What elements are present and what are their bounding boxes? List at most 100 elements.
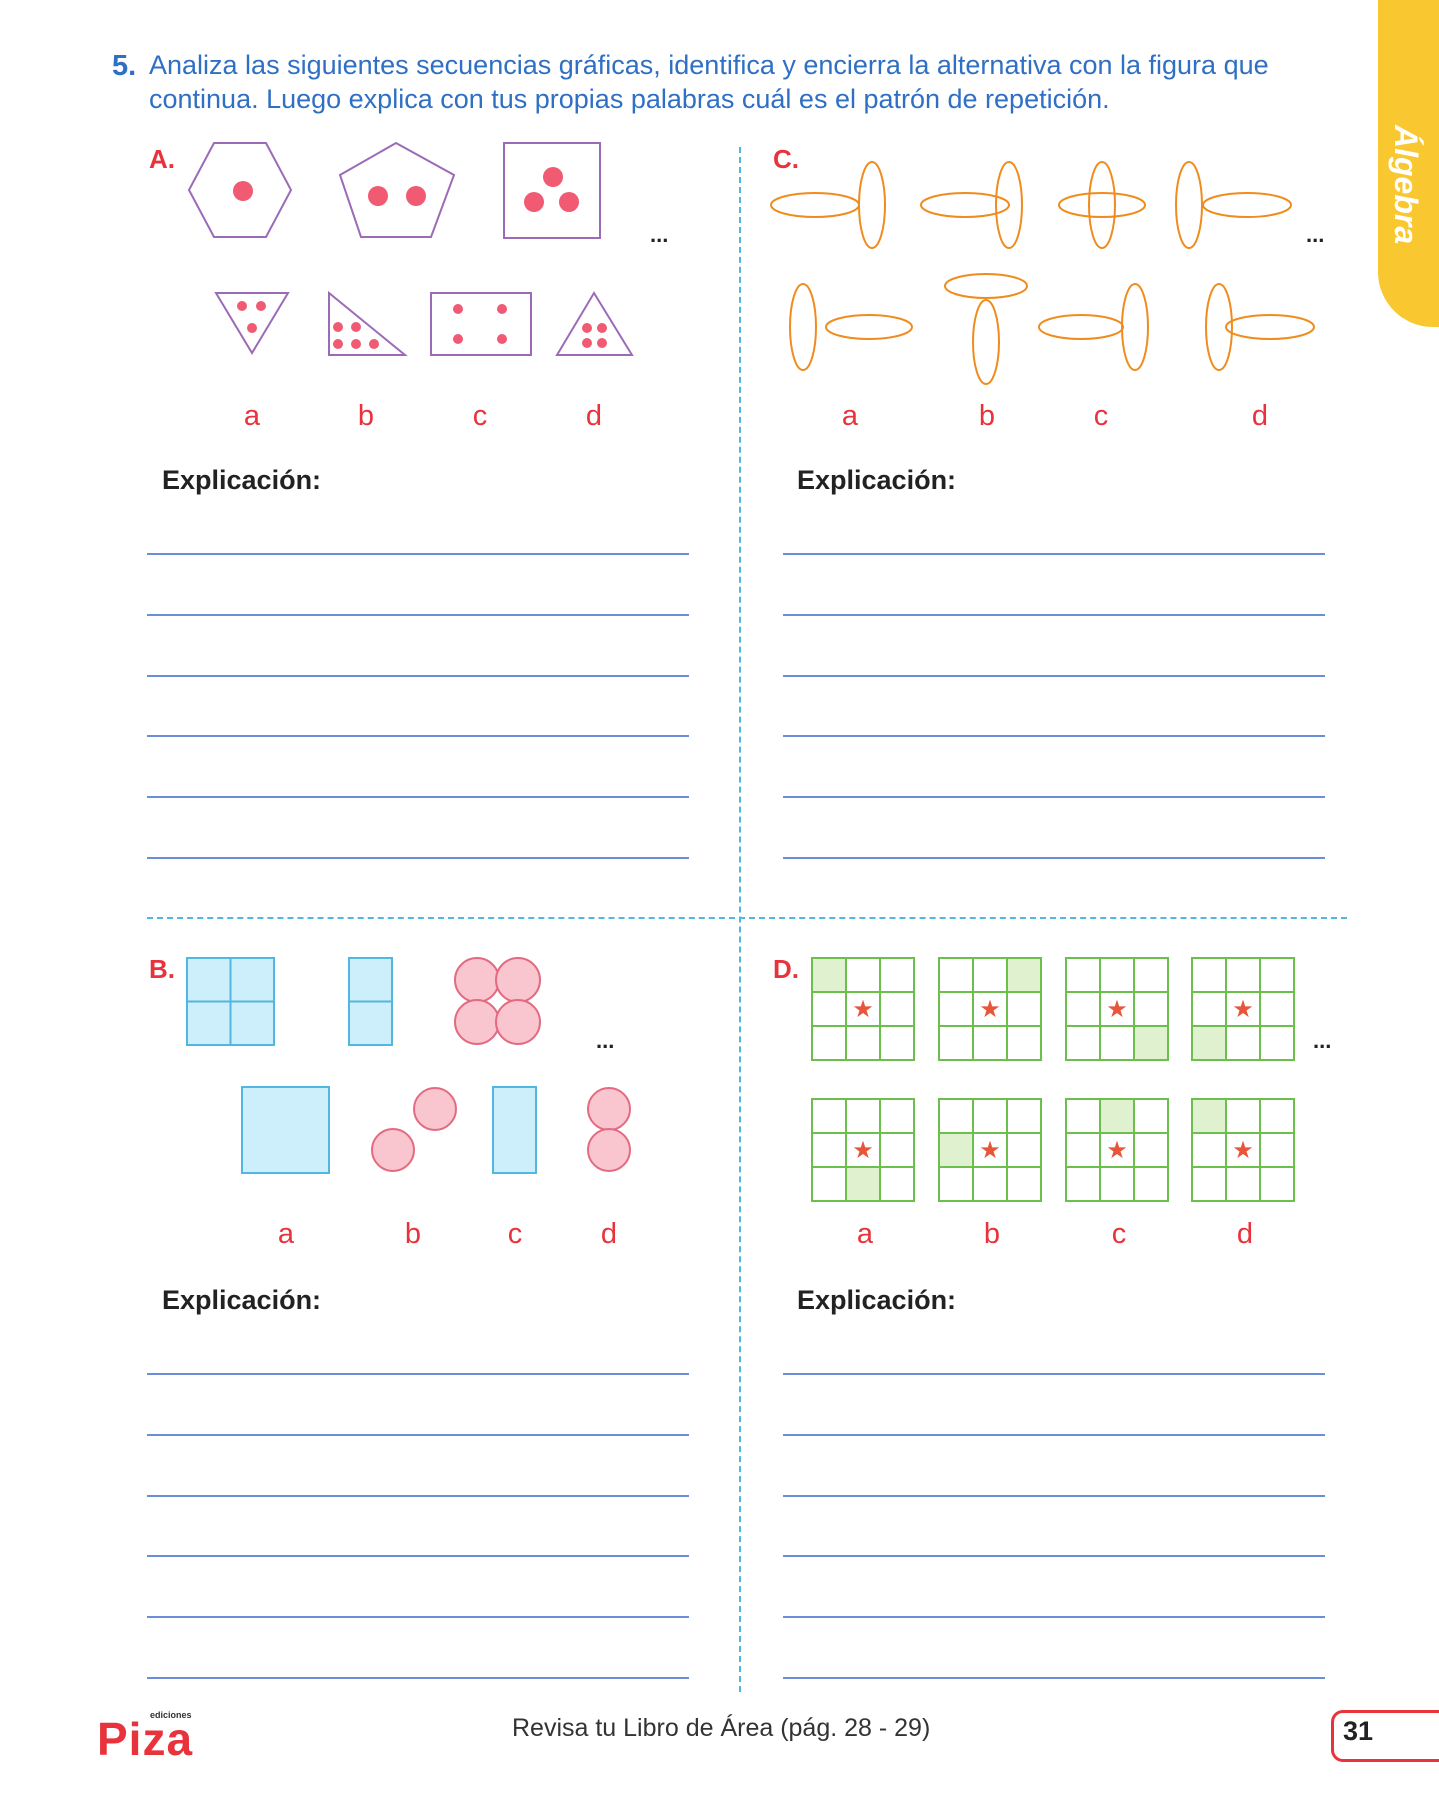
option-a-grid[interactable]: ★ <box>811 1098 915 1202</box>
option-d-label[interactable]: d <box>574 400 614 433</box>
star-icon: ★ <box>1232 1136 1254 1164</box>
option-b-circles[interactable] <box>371 1087 457 1172</box>
answer-line[interactable] <box>147 1495 689 1497</box>
publisher-logo: Piza <box>97 1713 194 1765</box>
sequence-c-ellipsis: ... <box>1306 222 1325 247</box>
answer-line[interactable] <box>147 1677 689 1679</box>
answer-line[interactable] <box>147 553 689 555</box>
horizontal-divider <box>147 917 1347 919</box>
shaded-cell <box>846 1167 880 1201</box>
shaded-cell <box>1192 1026 1226 1060</box>
answer-line[interactable] <box>783 553 1325 555</box>
star-icon: ★ <box>1106 1136 1128 1164</box>
answer-line[interactable] <box>147 735 689 737</box>
answer-line[interactable] <box>147 1434 689 1436</box>
option-d-label[interactable]: d <box>1225 1218 1265 1251</box>
option-a-label[interactable]: a <box>232 400 272 433</box>
explanation-label: Explicación: <box>797 465 957 495</box>
section-a-label: A. <box>149 144 175 174</box>
square-three-dots <box>503 142 601 239</box>
explanation-label: Explicación: <box>797 1285 957 1315</box>
ellipse-pair-3 <box>1058 161 1146 249</box>
answer-line[interactable] <box>783 1677 1325 1679</box>
answer-line[interactable] <box>147 614 689 616</box>
section-a-figures <box>187 141 634 356</box>
option-b-label[interactable]: b <box>393 1218 433 1251</box>
option-c-label[interactable]: c <box>1099 1218 1139 1251</box>
answer-line[interactable] <box>783 796 1325 798</box>
four-circles <box>454 957 541 1045</box>
section-d-label: D. <box>773 954 799 984</box>
shaded-cell <box>939 1133 973 1167</box>
option-b-label[interactable]: b <box>346 400 386 433</box>
option-b-right-triangle[interactable] <box>328 290 408 356</box>
option-d-triangle[interactable] <box>555 291 634 356</box>
answer-line[interactable] <box>783 1555 1325 1557</box>
option-a-ellipses[interactable] <box>789 283 913 371</box>
sequence-d-ellipsis: ... <box>1313 1028 1332 1053</box>
answer-line[interactable] <box>783 1616 1325 1618</box>
grid-sequence-1: ★ <box>811 957 915 1061</box>
answer-line[interactable] <box>783 675 1325 677</box>
option-c-grid[interactable]: ★ <box>1065 1098 1169 1202</box>
option-a-square[interactable] <box>241 1086 330 1174</box>
option-c-rectangle[interactable] <box>492 1086 537 1174</box>
answer-line[interactable] <box>147 675 689 677</box>
option-b-ellipses[interactable] <box>944 273 1028 385</box>
explanation-label: Explicación: <box>162 465 322 495</box>
option-d-ellipses[interactable] <box>1205 283 1315 371</box>
shaded-cell <box>812 958 846 992</box>
answer-line[interactable] <box>783 1495 1325 1497</box>
grid-sequence-4: ★ <box>1191 957 1295 1061</box>
option-c-label[interactable]: c <box>495 1218 535 1251</box>
option-c-label[interactable]: c <box>460 400 500 433</box>
answer-line[interactable] <box>783 857 1325 859</box>
two-squares-vertical <box>348 957 393 1046</box>
option-a-label[interactable]: a <box>266 1218 306 1251</box>
section-d-figures: ★ ★ ★ ★ ★ ★ ★ ★ <box>811 957 1295 1202</box>
option-d-label[interactable]: d <box>1240 400 1280 433</box>
option-b-label[interactable]: b <box>967 400 1007 433</box>
option-d-circles[interactable] <box>587 1087 631 1172</box>
answer-line[interactable] <box>783 1434 1325 1436</box>
shaded-cell <box>1134 1026 1168 1060</box>
ellipse-pair-2 <box>920 161 1023 249</box>
pentagon-two-dots <box>338 141 456 238</box>
answer-line[interactable] <box>147 1555 689 1557</box>
sequence-b-ellipsis: ... <box>596 1028 615 1053</box>
answer-line[interactable] <box>783 1373 1325 1375</box>
section-b-figures <box>186 957 631 1174</box>
option-c-label[interactable]: c <box>1081 400 1121 433</box>
ellipse-pair-4 <box>1175 161 1292 249</box>
option-d-grid[interactable]: ★ <box>1191 1098 1295 1202</box>
answer-line[interactable] <box>783 735 1325 737</box>
grid-sequence-2: ★ <box>938 957 1042 1061</box>
explanation-label: Explicación: <box>162 1285 322 1315</box>
star-icon: ★ <box>979 995 1001 1023</box>
answer-line[interactable] <box>147 1373 689 1375</box>
answer-line[interactable] <box>783 614 1325 616</box>
shaded-cell <box>1007 958 1041 992</box>
ellipse-pair-1 <box>770 161 886 249</box>
grid-sequence-3: ★ <box>1065 957 1169 1061</box>
answer-line[interactable] <box>147 1616 689 1618</box>
answer-line[interactable] <box>147 796 689 798</box>
option-b-grid[interactable]: ★ <box>938 1098 1042 1202</box>
option-c-rectangle[interactable] <box>430 292 532 356</box>
option-a-label[interactable]: a <box>845 1218 885 1251</box>
hexagon-one-dot <box>187 142 293 238</box>
page-number: 31 <box>1343 1716 1374 1746</box>
option-b-label[interactable]: b <box>972 1218 1012 1251</box>
option-d-label[interactable]: d <box>589 1218 629 1251</box>
answer-line[interactable] <box>147 857 689 859</box>
option-a-triangle[interactable] <box>214 292 290 355</box>
option-a-label[interactable]: a <box>830 400 870 433</box>
four-squares <box>186 957 275 1046</box>
section-b-label: B. <box>149 954 175 984</box>
section-tab-label: Álgebra <box>1388 125 1424 245</box>
sequence-a-ellipsis: ... <box>650 222 669 247</box>
publisher-logo-subtitle: ediciones <box>150 1710 192 1720</box>
star-icon: ★ <box>1106 995 1128 1023</box>
star-icon: ★ <box>979 1136 1001 1164</box>
option-c-ellipses[interactable] <box>1038 283 1149 371</box>
